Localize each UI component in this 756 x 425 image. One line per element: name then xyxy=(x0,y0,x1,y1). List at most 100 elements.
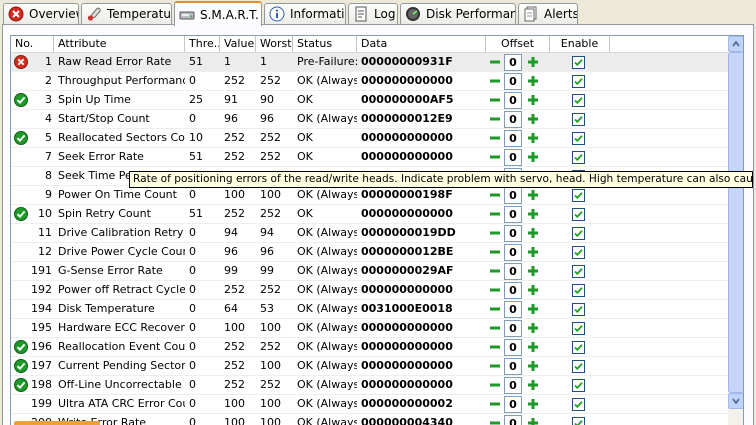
table-row[interactable]: 191 G-Sense Error Rate 0 99 99 OK (Always... 0… xyxy=(11,262,728,281)
table-row[interactable]: 1 Raw Read Error Rate 51 1 1 Pre-Failure: ...… xyxy=(11,53,728,72)
enable-checkbox[interactable] xyxy=(572,75,585,88)
decrease-offset-button[interactable] xyxy=(488,378,502,392)
tab-information[interactable]: Information xyxy=(264,3,346,24)
enable-checkbox[interactable] xyxy=(572,303,585,316)
decrease-offset-button[interactable] xyxy=(488,93,502,107)
enable-checkbox[interactable] xyxy=(572,417,585,425)
offset-value[interactable]: 0 xyxy=(504,92,522,109)
decrease-offset-button[interactable] xyxy=(488,188,502,202)
table-row[interactable]: 197 Current Pending Sector C... 0 252 100 OK … xyxy=(11,357,728,376)
table-row[interactable]: 9 Power On Time Count 0 100 100 OK (Always...… xyxy=(11,186,728,205)
table-row[interactable]: 12 Drive Power Cycle Count 0 96 96 OK (Always… xyxy=(11,243,728,262)
decrease-offset-button[interactable] xyxy=(488,340,502,354)
enable-checkbox[interactable] xyxy=(572,113,585,126)
tab-smart[interactable]: S.M.A.R.T. xyxy=(174,1,262,26)
enable-checkbox[interactable] xyxy=(572,246,585,259)
increase-offset-button[interactable] xyxy=(526,226,540,240)
offset-value[interactable]: 0 xyxy=(504,339,522,356)
decrease-offset-button[interactable] xyxy=(488,150,502,164)
scroll-down-button[interactable] xyxy=(728,393,743,409)
scrollbar-thumb[interactable] xyxy=(728,52,743,393)
table-row[interactable]: 192 Power off Retract Cycle ... 0 252 252 OK … xyxy=(11,281,728,300)
table-row[interactable]: 196 Reallocation Event Count 0 252 252 OK (Al… xyxy=(11,338,728,357)
decrease-offset-button[interactable] xyxy=(488,74,502,88)
table-row[interactable]: 194 Disk Temperature 0 64 53 OK (Always... 003… xyxy=(11,300,728,319)
table-row[interactable]: 4Start/Stop Count09696OK (Always...00000… xyxy=(11,110,728,129)
offset-value[interactable]: 0 xyxy=(504,54,522,71)
decrease-offset-button[interactable] xyxy=(488,416,502,425)
increase-offset-button[interactable] xyxy=(526,207,540,221)
tab-alerts[interactable]: Alerts xyxy=(518,3,578,24)
enable-checkbox[interactable] xyxy=(572,227,585,240)
enable-checkbox[interactable] xyxy=(572,208,585,221)
offset-value[interactable]: 0 xyxy=(504,320,522,337)
enable-checkbox[interactable] xyxy=(572,132,585,145)
table-row[interactable]: 198 Off-Line Uncorrectable S... 0 252 252 OK … xyxy=(11,376,728,395)
column-header-value[interactable]: Value xyxy=(220,36,256,52)
table-row[interactable]: 11 Drive Calibration Retry Co... 0 94 94 OK (… xyxy=(11,224,728,243)
increase-offset-button[interactable] xyxy=(526,359,540,373)
offset-value[interactable]: 0 xyxy=(504,244,522,261)
tab-overview[interactable]: Overview xyxy=(3,3,79,24)
decrease-offset-button[interactable] xyxy=(488,131,502,145)
decrease-offset-button[interactable] xyxy=(488,302,502,316)
column-header-data[interactable]: Data xyxy=(357,36,486,52)
enable-checkbox[interactable] xyxy=(572,94,585,107)
increase-offset-button[interactable] xyxy=(526,131,540,145)
increase-offset-button[interactable] xyxy=(526,112,540,126)
offset-value[interactable]: 0 xyxy=(504,187,522,204)
decrease-offset-button[interactable] xyxy=(488,245,502,259)
table-row[interactable]: 2 Throughput Performance 0 252 252 OK (Always… xyxy=(11,72,728,91)
increase-offset-button[interactable] xyxy=(526,302,540,316)
enable-checkbox[interactable] xyxy=(572,284,585,297)
offset-value[interactable]: 0 xyxy=(504,358,522,375)
enable-checkbox[interactable] xyxy=(572,341,585,354)
decrease-offset-button[interactable] xyxy=(488,226,502,240)
increase-offset-button[interactable] xyxy=(526,245,540,259)
table-row[interactable]: 199 Ultra ATA CRC Error Count 0 100 100 OK (A… xyxy=(11,395,728,414)
column-header-attribute[interactable]: Attribute xyxy=(54,36,185,52)
increase-offset-button[interactable] xyxy=(526,397,540,411)
tab-temperature[interactable]: Temperature xyxy=(81,3,172,24)
increase-offset-button[interactable] xyxy=(526,150,540,164)
offset-value[interactable]: 0 xyxy=(504,282,522,299)
decrease-offset-button[interactable] xyxy=(488,283,502,297)
decrease-offset-button[interactable] xyxy=(488,359,502,373)
offset-value[interactable]: 0 xyxy=(504,149,522,166)
enable-checkbox[interactable] xyxy=(572,189,585,202)
increase-offset-button[interactable] xyxy=(526,93,540,107)
offset-value[interactable]: 0 xyxy=(504,111,522,128)
offset-value[interactable]: 0 xyxy=(504,225,522,242)
increase-offset-button[interactable] xyxy=(526,55,540,69)
decrease-offset-button[interactable] xyxy=(488,112,502,126)
column-header-status[interactable]: Status xyxy=(293,36,357,52)
offset-value[interactable]: 0 xyxy=(504,301,522,318)
table-row[interactable]: 5Reallocated Sectors Count10252252OK0000… xyxy=(11,129,728,148)
table-row[interactable]: 10 Spin Retry Count 51 252 252 OK 000000000000… xyxy=(11,205,728,224)
column-header-offset[interactable]: Offset xyxy=(486,36,550,52)
scroll-up-button[interactable] xyxy=(728,36,743,52)
table-row[interactable]: 3 Spin Up Time 25 91 90 OK 000000000AF5 0 xyxy=(11,91,728,110)
decrease-offset-button[interactable] xyxy=(488,55,502,69)
increase-offset-button[interactable] xyxy=(526,321,540,335)
decrease-offset-button[interactable] xyxy=(488,321,502,335)
increase-offset-button[interactable] xyxy=(526,416,540,425)
table-row[interactable]: 195 Hardware ECC Recovered 0 100 100 OK (Alwa… xyxy=(11,319,728,338)
enable-checkbox[interactable] xyxy=(572,151,585,164)
decrease-offset-button[interactable] xyxy=(488,397,502,411)
enable-checkbox[interactable] xyxy=(572,360,585,373)
tab-disk-performance[interactable]: Disk Performance xyxy=(400,3,516,24)
column-header-worst[interactable]: Worst xyxy=(256,36,293,52)
offset-value[interactable]: 0 xyxy=(504,396,522,413)
increase-offset-button[interactable] xyxy=(526,188,540,202)
increase-offset-button[interactable] xyxy=(526,283,540,297)
vertical-scrollbar[interactable] xyxy=(728,36,743,425)
increase-offset-button[interactable] xyxy=(526,378,540,392)
table-row[interactable]: 200Write Error Rate0100100OK (Always...0… xyxy=(11,414,728,425)
enable-checkbox[interactable] xyxy=(572,265,585,278)
offset-value[interactable]: 0 xyxy=(504,73,522,90)
enable-checkbox[interactable] xyxy=(572,322,585,335)
offset-value[interactable]: 0 xyxy=(504,415,522,425)
enable-checkbox[interactable] xyxy=(572,56,585,69)
increase-offset-button[interactable] xyxy=(526,74,540,88)
